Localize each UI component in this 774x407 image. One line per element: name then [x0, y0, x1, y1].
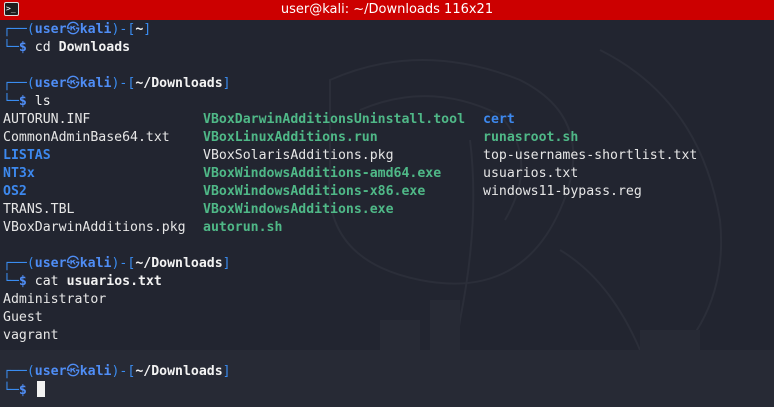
text-cursor	[36, 381, 45, 397]
cat-output-line: vagrant	[3, 328, 59, 343]
prompt-corner-bottom: └─	[3, 94, 19, 109]
prompt-line-top: ┌──(user㉿kali)-[~]	[3, 21, 774, 39]
executable-entry: VBoxDarwinAdditionsUninstall.tool	[203, 112, 466, 127]
prompt-corner-bottom: └─	[3, 40, 19, 55]
terminal-area[interactable]: ┌──(user㉿kali)-[~] └─$ cd Downloads ┌──(us…	[0, 20, 774, 407]
prompt-line-command[interactable]: └─$ cd Downloads	[3, 39, 774, 57]
prompt-cwd: ~/Downloads	[135, 76, 223, 91]
prompt-user: user	[34, 22, 67, 37]
file-entry: windows11-bypass.reg	[483, 184, 642, 199]
prompt-corner-top: ┌──(	[3, 22, 35, 37]
ls-column: cert runasroot.sh top-usernames-shortlist.…	[483, 111, 697, 201]
prompt-corner-top: ┌──(	[3, 256, 35, 271]
command-argument: usuarios.txt	[66, 274, 162, 289]
prompt-bracket-open: )-[	[111, 364, 136, 379]
file-entry: top-usernames-shortlist.txt	[483, 148, 698, 163]
prompt-bracket-open: )-[	[111, 22, 136, 37]
prompt-dollar: $	[18, 94, 27, 109]
prompt-at-symbol: ㉿	[66, 256, 80, 271]
executable-entry: VBoxWindowsAdditions-amd64.exe	[203, 166, 442, 181]
prompt-user: user	[34, 364, 67, 379]
prompt-cwd: ~/Downloads	[135, 256, 223, 271]
command-name: ls	[34, 94, 51, 109]
prompt-dollar: $	[18, 383, 27, 398]
prompt-bracket-open: )-[	[111, 256, 136, 271]
directory-entry: LISTAS	[3, 148, 51, 163]
prompt-bracket-close: ]	[143, 22, 152, 37]
prompt-corner-bottom: └─	[3, 383, 19, 398]
prompt-line-top: ┌──(user㉿kali)-[~/Downloads]	[3, 255, 774, 273]
title-bar[interactable]: >_ user@kali: ~/Downloads 116x21	[0, 0, 774, 21]
prompt-corner-top: ┌──(	[3, 364, 35, 379]
prompt-bracket-close: ]	[222, 364, 231, 379]
prompt-user: user	[34, 76, 67, 91]
prompt-line-top: ┌──(user㉿kali)-[~/Downloads]	[3, 75, 774, 93]
ls-output: AUTORUN.INF CommonAdminBase64.txt LISTAS NT…	[3, 111, 774, 237]
file-entry: VBoxDarwinAdditions.pkg	[3, 220, 186, 235]
ls-column: VBoxDarwinAdditionsUninstall.tool VBoxLin…	[203, 111, 465, 237]
executable-entry: VBoxWindowsAdditions-x86.exe	[203, 184, 426, 199]
terminal-window: >_ user@kali: ~/Downloads 116x21 ┌──(use…	[0, 0, 774, 407]
prompt-at-symbol: ㉿	[66, 22, 80, 37]
executable-entry: VBoxWindowsAdditions.exe	[203, 202, 394, 217]
directory-entry: OS2	[3, 184, 27, 199]
directory-entry: NT3x	[3, 166, 35, 181]
executable-entry: autorun.sh	[203, 220, 283, 235]
executable-entry: VBoxLinuxAdditions.run	[203, 130, 378, 145]
prompt-line-command[interactable]: └─$ ls	[3, 93, 774, 111]
command-argument: Downloads	[58, 40, 131, 55]
prompt-corner-top: ┌──(	[3, 76, 35, 91]
prompt-bracket-open: )-[	[111, 76, 136, 91]
prompt-host: kali	[79, 256, 112, 271]
cat-output-line: Guest	[3, 310, 43, 325]
executable-entry: runasroot.sh	[483, 130, 579, 145]
prompt-at-symbol: ㉿	[66, 76, 80, 91]
prompt-line-command[interactable]: └─$	[3, 381, 774, 399]
terminal-output: ┌──(user㉿kali)-[~] └─$ cd Downloads ┌──(us…	[3, 21, 774, 399]
file-entry: TRANS.TBL	[3, 202, 75, 217]
window-title: user@kali: ~/Downloads 116x21	[280, 2, 494, 17]
prompt-line-command[interactable]: └─$ cat usuarios.txt	[3, 273, 774, 291]
prompt-at-symbol: ㉿	[66, 364, 80, 379]
prompt-host: kali	[79, 76, 112, 91]
prompt-host: kali	[79, 364, 112, 379]
prompt-corner-bottom: └─	[3, 274, 19, 289]
ls-column: AUTORUN.INF CommonAdminBase64.txt LISTAS NT…	[3, 111, 186, 237]
file-entry: VBoxSolarisAdditions.pkg	[203, 148, 394, 163]
prompt-bracket-close: ]	[222, 76, 231, 91]
prompt-dollar: $	[18, 274, 27, 289]
file-entry: usuarios.txt	[483, 166, 579, 181]
prompt-cwd: ~/Downloads	[135, 364, 223, 379]
prompt-line-top: ┌──(user㉿kali)-[~/Downloads]	[3, 363, 774, 381]
prompt-dollar: $	[18, 40, 27, 55]
prompt-user: user	[34, 256, 67, 271]
command-name: cat	[34, 274, 59, 289]
directory-entry: cert	[483, 112, 515, 127]
command-name: cd	[34, 40, 51, 55]
file-entry: AUTORUN.INF	[3, 112, 91, 127]
file-entry: CommonAdminBase64.txt	[3, 130, 170, 145]
cat-output-line: Administrator	[3, 292, 107, 307]
prompt-bracket-close: ]	[222, 256, 231, 271]
prompt-host: kali	[79, 22, 112, 37]
